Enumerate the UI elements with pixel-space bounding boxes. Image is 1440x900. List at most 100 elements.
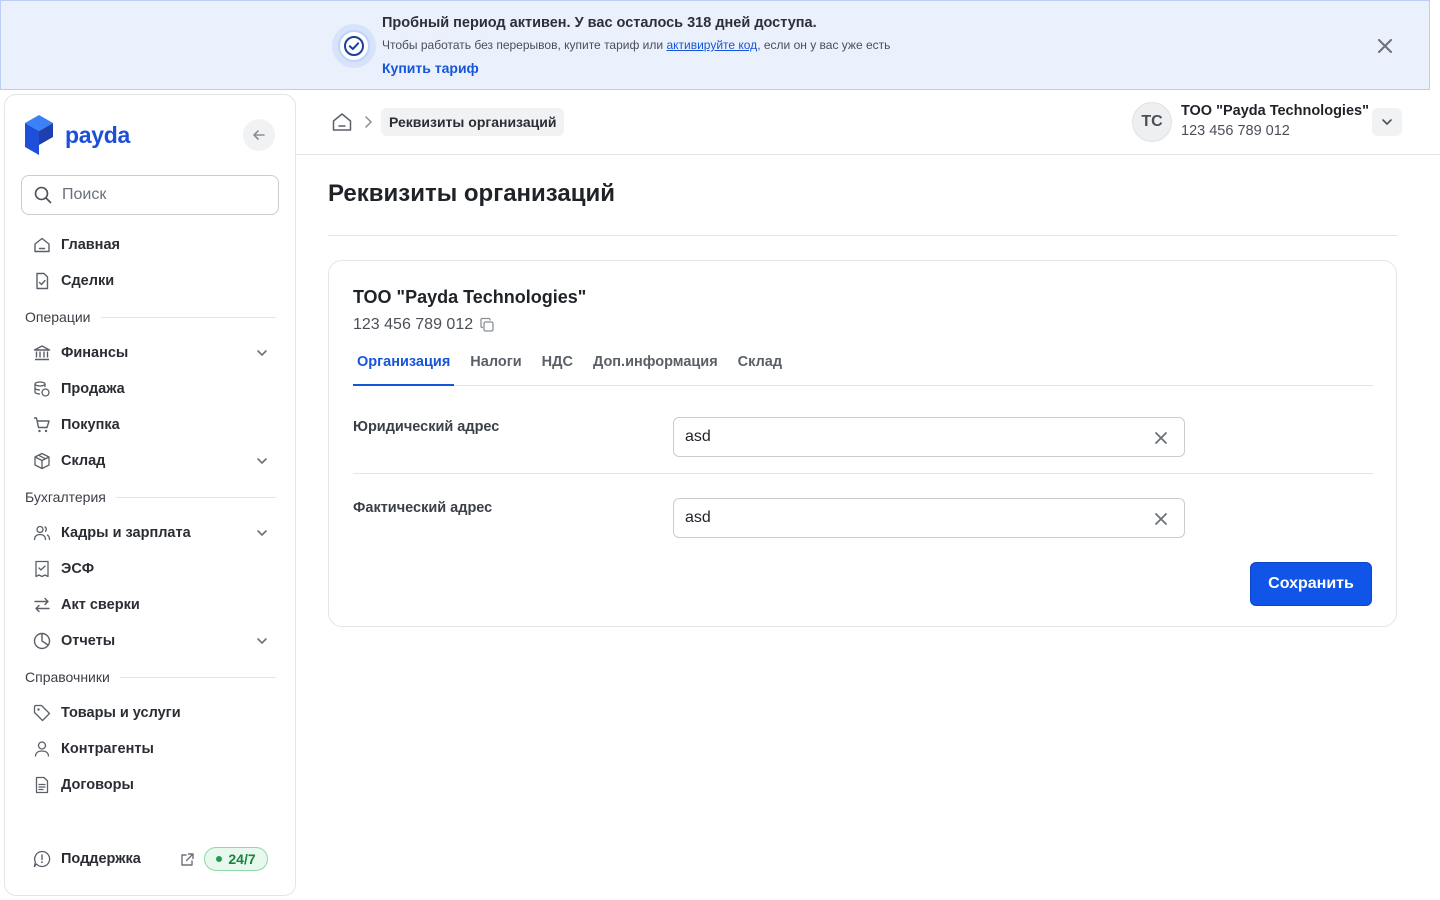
section-accounting: Бухгалтерия — [25, 487, 276, 507]
cart-icon — [34, 417, 50, 433]
nav-item-home[interactable]: Главная — [21, 229, 279, 261]
file-text-icon — [35, 776, 49, 794]
nav-item-reconciliation[interactable]: Акт сверки — [21, 589, 279, 621]
divider — [115, 496, 276, 498]
section-references: Справочники — [25, 667, 276, 687]
search-icon — [34, 186, 52, 204]
nav-label: Контрагенты — [61, 741, 154, 757]
nav-item-esf[interactable]: ЭСФ — [21, 553, 279, 585]
search-input[interactable] — [62, 186, 262, 204]
org-switcher-name[interactable]: ТОО "Payda Technologies" — [1181, 103, 1369, 119]
nav-label: Товары и услуги — [61, 705, 181, 721]
actual-address-input[interactable] — [685, 509, 1125, 527]
nav-label: Договоры — [61, 777, 134, 793]
nav-label: Отчеты — [61, 633, 116, 649]
nav-item-finance[interactable]: Финансы — [21, 337, 279, 369]
legal-address-input[interactable] — [685, 428, 1125, 446]
section-label: Операции — [25, 309, 91, 325]
tab-taxes[interactable]: Налоги — [466, 353, 525, 386]
section-label: Справочники — [25, 669, 110, 685]
bank-icon — [33, 345, 51, 361]
tab-vat[interactable]: НДС — [538, 353, 577, 386]
divider — [100, 316, 276, 318]
nav-item-hr-payroll[interactable]: Кадры и зарплата — [21, 517, 279, 549]
chevron-down-icon — [257, 638, 267, 645]
arrow-left-icon — [253, 130, 265, 140]
card-org-bin: 123 456 789 012 — [353, 316, 495, 334]
nav-label: Кадры и зарплата — [61, 525, 191, 541]
arrows-exchange-icon — [34, 597, 50, 613]
row-divider — [353, 473, 1373, 474]
logo-text: payda — [65, 121, 130, 148]
legal-address-field — [673, 417, 1185, 457]
save-button[interactable]: Сохранить — [1250, 562, 1372, 606]
chevron-down-icon — [257, 530, 267, 537]
nav-item-deals[interactable]: Сделки — [21, 265, 279, 297]
home-icon[interactable] — [331, 111, 353, 133]
nav-item-goods-services[interactable]: Товары и услуги — [21, 697, 279, 729]
users-icon — [33, 525, 51, 541]
chevron-down-icon — [257, 458, 267, 465]
nav-item-contracts[interactable]: Договоры — [21, 769, 279, 801]
pie-chart-icon — [33, 632, 51, 650]
section-label: Бухгалтерия — [25, 489, 106, 505]
org-details-card: ТОО "Payda Technologies" 123 456 789 012… — [328, 260, 1397, 627]
activate-code-link[interactable]: активируйте код — [666, 38, 757, 52]
banner-text-before: Чтобы работать без перерывов, купите тар… — [382, 38, 667, 52]
header-divider — [296, 154, 1440, 155]
nav-label: Продажа — [61, 381, 125, 397]
nav-label: Покупка — [61, 417, 120, 433]
box-icon — [34, 452, 50, 470]
receipt-icon — [35, 560, 49, 578]
support-chat-icon — [33, 850, 51, 868]
nav-item-purchase[interactable]: Покупка — [21, 409, 279, 441]
banner-title: Пробный период активен. У вас осталось 3… — [382, 15, 817, 31]
nav-item-reports[interactable]: Отчеты — [21, 625, 279, 657]
title-divider — [328, 235, 1398, 236]
nav-label: Склад — [61, 453, 106, 469]
support-hours-badge: 24/7 — [204, 847, 268, 871]
chevron-down-icon — [1382, 119, 1392, 126]
banner-close-button[interactable] — [1375, 36, 1395, 56]
section-operations: Операции — [25, 307, 276, 327]
close-icon — [1378, 39, 1392, 53]
tab-organization[interactable]: Организация — [353, 353, 455, 386]
divider — [119, 676, 276, 678]
sidebar-search — [21, 175, 279, 215]
chevron-down-icon — [257, 350, 267, 357]
buy-plan-link[interactable]: Купить тариф — [382, 60, 479, 76]
nav-item-sales[interactable]: Продажа — [21, 373, 279, 405]
coins-icon — [34, 381, 50, 397]
banner-text-after: , если он у вас уже есть — [757, 38, 891, 52]
nav-label: Главная — [61, 237, 120, 253]
external-link-icon[interactable] — [179, 852, 195, 868]
nav-item-counterparties[interactable]: Контрагенты — [21, 733, 279, 765]
nav-label: Финансы — [61, 345, 129, 361]
breadcrumb-current: Реквизиты организаций — [381, 108, 565, 136]
org-switcher-dropdown[interactable] — [1372, 108, 1402, 136]
status-dot — [216, 856, 223, 862]
tab-additional-info[interactable]: Доп.информация — [589, 353, 722, 386]
logo[interactable]: payda — [25, 115, 130, 155]
chevron-right-icon — [365, 116, 373, 128]
org-switcher-bin: 123 456 789 012 — [1181, 123, 1290, 139]
copy-icon[interactable] — [479, 317, 495, 333]
trial-banner: Пробный период активен. У вас осталось 3… — [0, 0, 1430, 90]
tag-icon — [33, 704, 51, 722]
tab-warehouse[interactable]: Склад — [734, 353, 786, 386]
avatar[interactable]: TC — [1132, 102, 1172, 142]
banner-badge — [332, 24, 376, 68]
clear-icon[interactable] — [1154, 512, 1168, 526]
check-circle-icon — [344, 36, 364, 56]
card-org-name: ТОО "Payda Technologies" — [353, 287, 587, 307]
nav-label: Акт сверки — [61, 597, 140, 613]
actual-address-field — [673, 498, 1185, 538]
nav-item-warehouse[interactable]: Склад — [21, 445, 279, 477]
sidebar: payda Главная Сделки Операции Финансы Пр… — [4, 94, 296, 896]
card-bin-value: 123 456 789 012 — [353, 316, 474, 333]
banner-text: Чтобы работать без перерывов, купите тар… — [382, 38, 890, 52]
user-icon — [34, 741, 50, 757]
clear-icon[interactable] — [1154, 431, 1168, 445]
home-icon — [34, 237, 50, 253]
collapse-sidebar-button[interactable] — [243, 119, 275, 151]
